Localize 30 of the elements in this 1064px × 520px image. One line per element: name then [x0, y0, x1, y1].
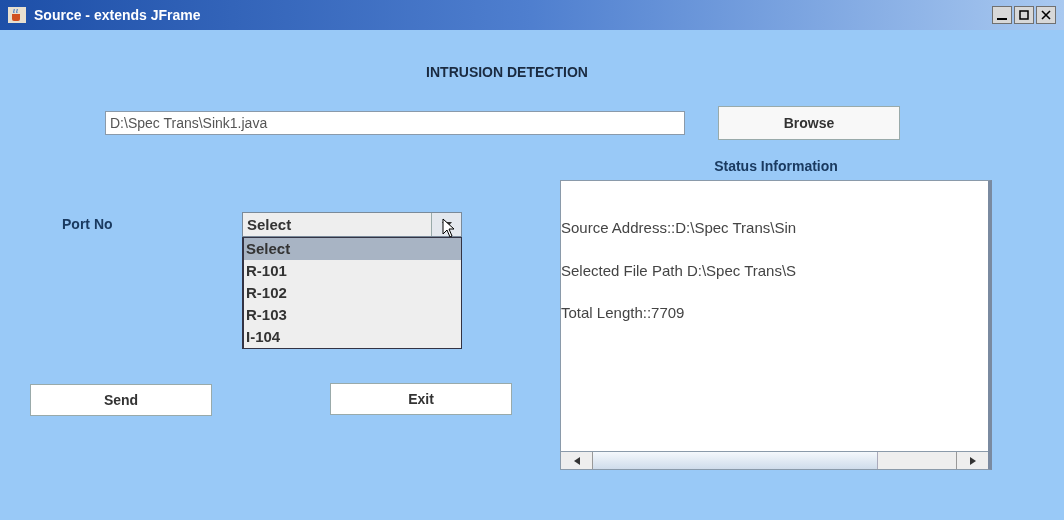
dropdown-value: Select [246, 215, 293, 235]
dropdown-option[interactable]: Select [244, 238, 461, 260]
heading: INTRUSION DETECTION [426, 64, 588, 80]
exit-button[interactable]: Exit [330, 383, 512, 415]
mouse-pointer-icon [442, 218, 456, 238]
port-label: Port No [62, 215, 114, 234]
file-path-field[interactable]: D:\Spec Trans\Sink1.java [105, 111, 685, 135]
minimize-button[interactable] [992, 6, 1012, 24]
scrollbar-thumb[interactable] [593, 452, 878, 469]
port-dropdown[interactable]: Select [242, 212, 462, 237]
right-arrow-icon [969, 456, 976, 465]
coffee-cup-icon [8, 7, 26, 23]
left-arrow-icon [573, 456, 580, 465]
status-line: Selected File Path D:\Spec Trans\S [561, 260, 798, 281]
close-icon [1041, 10, 1051, 20]
dropdown-option[interactable]: I-104 [244, 326, 461, 348]
maximize-icon [1019, 10, 1029, 20]
browse-button[interactable]: Browse [718, 106, 900, 140]
dropdown-option[interactable]: R-102 [244, 282, 461, 304]
dropdown-option[interactable]: R-103 [244, 304, 461, 326]
minimize-icon [997, 18, 1007, 20]
status-line: Total Length::7709 [561, 303, 686, 323]
horizontal-scrollbar[interactable] [561, 451, 988, 469]
window-title: Source - extends JFrame [34, 5, 201, 25]
maximize-button[interactable] [1014, 6, 1034, 24]
status-line: Source Address::D:\Spec Trans\Sin [561, 218, 798, 238]
send-button[interactable]: Send [30, 384, 212, 416]
dropdown-option[interactable]: R-101 [244, 260, 461, 282]
status-title: Status Information [714, 158, 838, 174]
close-button[interactable] [1036, 6, 1056, 24]
